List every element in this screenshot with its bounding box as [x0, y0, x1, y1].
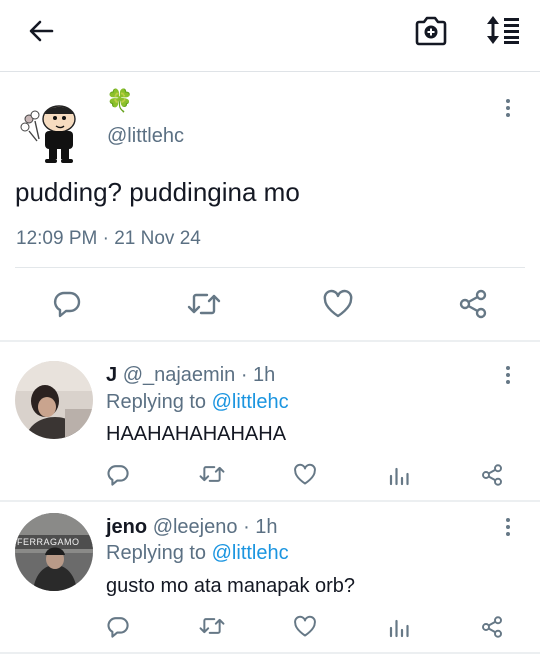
- replying-to-label: Replying to: [106, 542, 207, 564]
- reply-text: gusto mo ata manapak orb?: [106, 575, 356, 597]
- avatar-image: [15, 513, 93, 591]
- reply-author-handle[interactable]: @leejeno: [153, 516, 238, 538]
- section-divider: [0, 500, 540, 502]
- like-heart-icon[interactable]: [293, 463, 317, 486]
- reply-text: HAAHAHAHAHAHA: [106, 423, 287, 445]
- reply-author-name[interactable]: J: [106, 364, 117, 386]
- reply-icon[interactable]: [106, 463, 130, 487]
- reply-author-name[interactable]: jeno: [106, 516, 147, 538]
- tweet-timestamp[interactable]: 12:09 PM · 21 Nov 24: [16, 227, 201, 251]
- avatar-image: [15, 97, 87, 169]
- like-heart-icon[interactable]: [322, 289, 354, 319]
- retweet-icon[interactable]: [199, 463, 225, 485]
- reply-age: · 1h: [240, 364, 276, 386]
- section-divider: [0, 652, 540, 654]
- author-name-emoji: 🍀: [106, 88, 134, 113]
- replying-to-line: Replying to @littlehc: [106, 390, 289, 414]
- reply-header: jeno @leejeno · 1h: [106, 515, 278, 539]
- analytics-icon[interactable]: [388, 464, 410, 486]
- reply-header: J @_najaemin · 1h: [106, 363, 275, 387]
- replying-to-line: Replying to @littlehc: [106, 541, 289, 565]
- retweet-icon[interactable]: [199, 615, 225, 637]
- reply-more-icon[interactable]: [506, 518, 510, 539]
- share-icon[interactable]: [457, 288, 489, 320]
- avatar-image: [15, 361, 93, 439]
- share-icon[interactable]: [480, 615, 504, 639]
- camera-add-icon[interactable]: [414, 15, 448, 47]
- tweet-more-icon[interactable]: [506, 99, 510, 120]
- reply-age: · 1h: [243, 516, 278, 538]
- reply-avatar[interactable]: [15, 361, 93, 439]
- reply-icon[interactable]: [106, 615, 130, 639]
- sort-toggle-icon[interactable]: [484, 14, 524, 46]
- reply-avatar[interactable]: FERRAGAMO: [15, 513, 93, 591]
- author-avatar[interactable]: [15, 97, 87, 169]
- top-bar: [0, 0, 540, 72]
- analytics-icon[interactable]: [388, 616, 410, 638]
- share-icon[interactable]: [480, 463, 504, 487]
- replying-to-link[interactable]: @littlehc: [212, 391, 289, 413]
- replying-to-label: Replying to: [106, 391, 207, 413]
- author-handle[interactable]: @littlehc: [107, 124, 184, 148]
- reply-icon[interactable]: [52, 290, 82, 318]
- back-arrow-icon[interactable]: [26, 16, 56, 46]
- retweet-icon[interactable]: [187, 290, 221, 318]
- divider: [15, 267, 525, 268]
- section-divider: [0, 340, 540, 342]
- like-heart-icon[interactable]: [293, 615, 317, 638]
- replying-to-link[interactable]: @littlehc: [212, 542, 289, 564]
- reply-author-handle[interactable]: @_najaemin: [123, 364, 236, 386]
- reply-more-icon[interactable]: [506, 366, 510, 387]
- avatar-sign-text: FERRAGAMO: [17, 537, 80, 547]
- tweet-text: pudding? puddingina mo: [15, 177, 300, 207]
